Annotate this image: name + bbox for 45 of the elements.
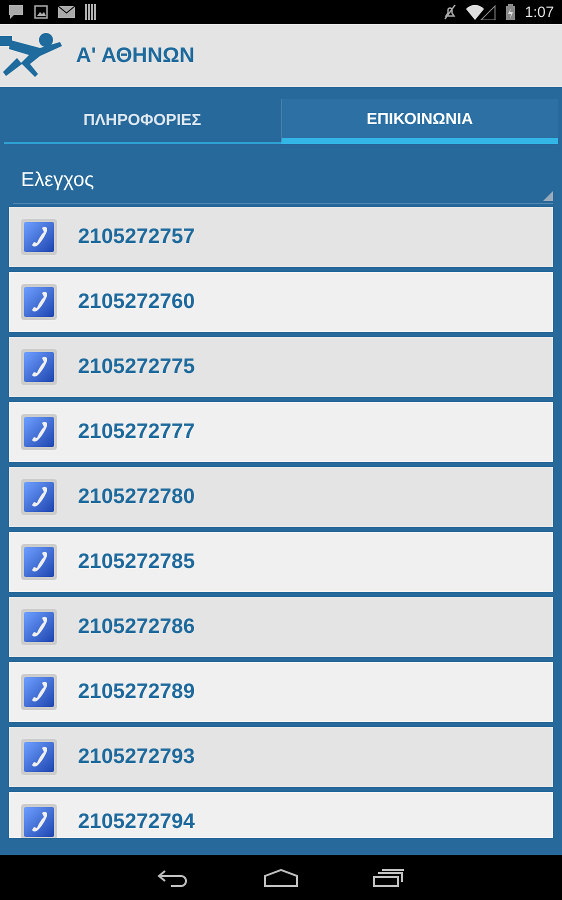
mute-icon <box>444 4 456 20</box>
phone-row[interactable]: 2105272775 <box>9 337 553 397</box>
status-time: 1:07 <box>524 4 554 20</box>
recents-icon[interactable] <box>373 868 405 886</box>
tab[interactable]: ΕΠΙΚΟΙΝΩΝΙΑ <box>280 99 558 144</box>
phone-icon[interactable] <box>20 608 58 646</box>
phone-row[interactable]: 2105272794 <box>9 792 553 838</box>
phone-number: 2105272793 <box>78 745 195 769</box>
phone-row[interactable]: 2105272777 <box>9 402 553 462</box>
phone-icon[interactable] <box>20 478 58 516</box>
phone-row[interactable]: 2105272780 <box>9 467 553 527</box>
phone-row[interactable]: 2105272793 <box>9 727 553 787</box>
phone-row[interactable]: 2105272757 <box>9 207 553 267</box>
phone-number: 2105272775 <box>78 355 195 379</box>
phone-row[interactable]: 2105272789 <box>9 662 553 722</box>
home-icon[interactable] <box>264 868 298 886</box>
phone-icon[interactable] <box>20 738 58 776</box>
phone-icon[interactable] <box>20 283 58 321</box>
back-icon[interactable] <box>157 868 189 886</box>
phone-row[interactable]: 2105272785 <box>9 532 553 592</box>
phone-number: 2105272785 <box>78 550 195 574</box>
battery-icon <box>506 4 515 20</box>
image-icon <box>34 5 48 19</box>
phone-number: 2105272757 <box>78 225 195 249</box>
dropdown-corner-icon <box>543 191 553 201</box>
phone-row[interactable]: 2105272786 <box>9 597 553 657</box>
phone-icon[interactable] <box>20 413 58 451</box>
phone-icon[interactable] <box>20 348 58 386</box>
wifi-icon <box>466 4 496 20</box>
app-title: Α' ΑΘΗΝΩΝ <box>76 44 194 68</box>
phone-number: 2105272760 <box>78 290 195 314</box>
phone-row[interactable]: 2105272760 <box>9 272 553 332</box>
category-dropdown[interactable]: Ελεγχος <box>13 158 553 204</box>
barcode-icon <box>85 4 97 20</box>
chat-icon <box>8 4 24 20</box>
phone-icon[interactable] <box>20 218 58 256</box>
mail-icon <box>58 6 75 18</box>
phone-number: 2105272794 <box>78 810 195 834</box>
phone-icon[interactable] <box>20 543 58 581</box>
phone-number: 2105272777 <box>78 420 195 444</box>
phone-number: 2105272789 <box>78 680 195 704</box>
phone-number: 2105272780 <box>78 485 195 509</box>
phone-icon[interactable] <box>20 803 58 838</box>
phone-icon[interactable] <box>20 673 58 711</box>
phone-number: 2105272786 <box>78 615 195 639</box>
